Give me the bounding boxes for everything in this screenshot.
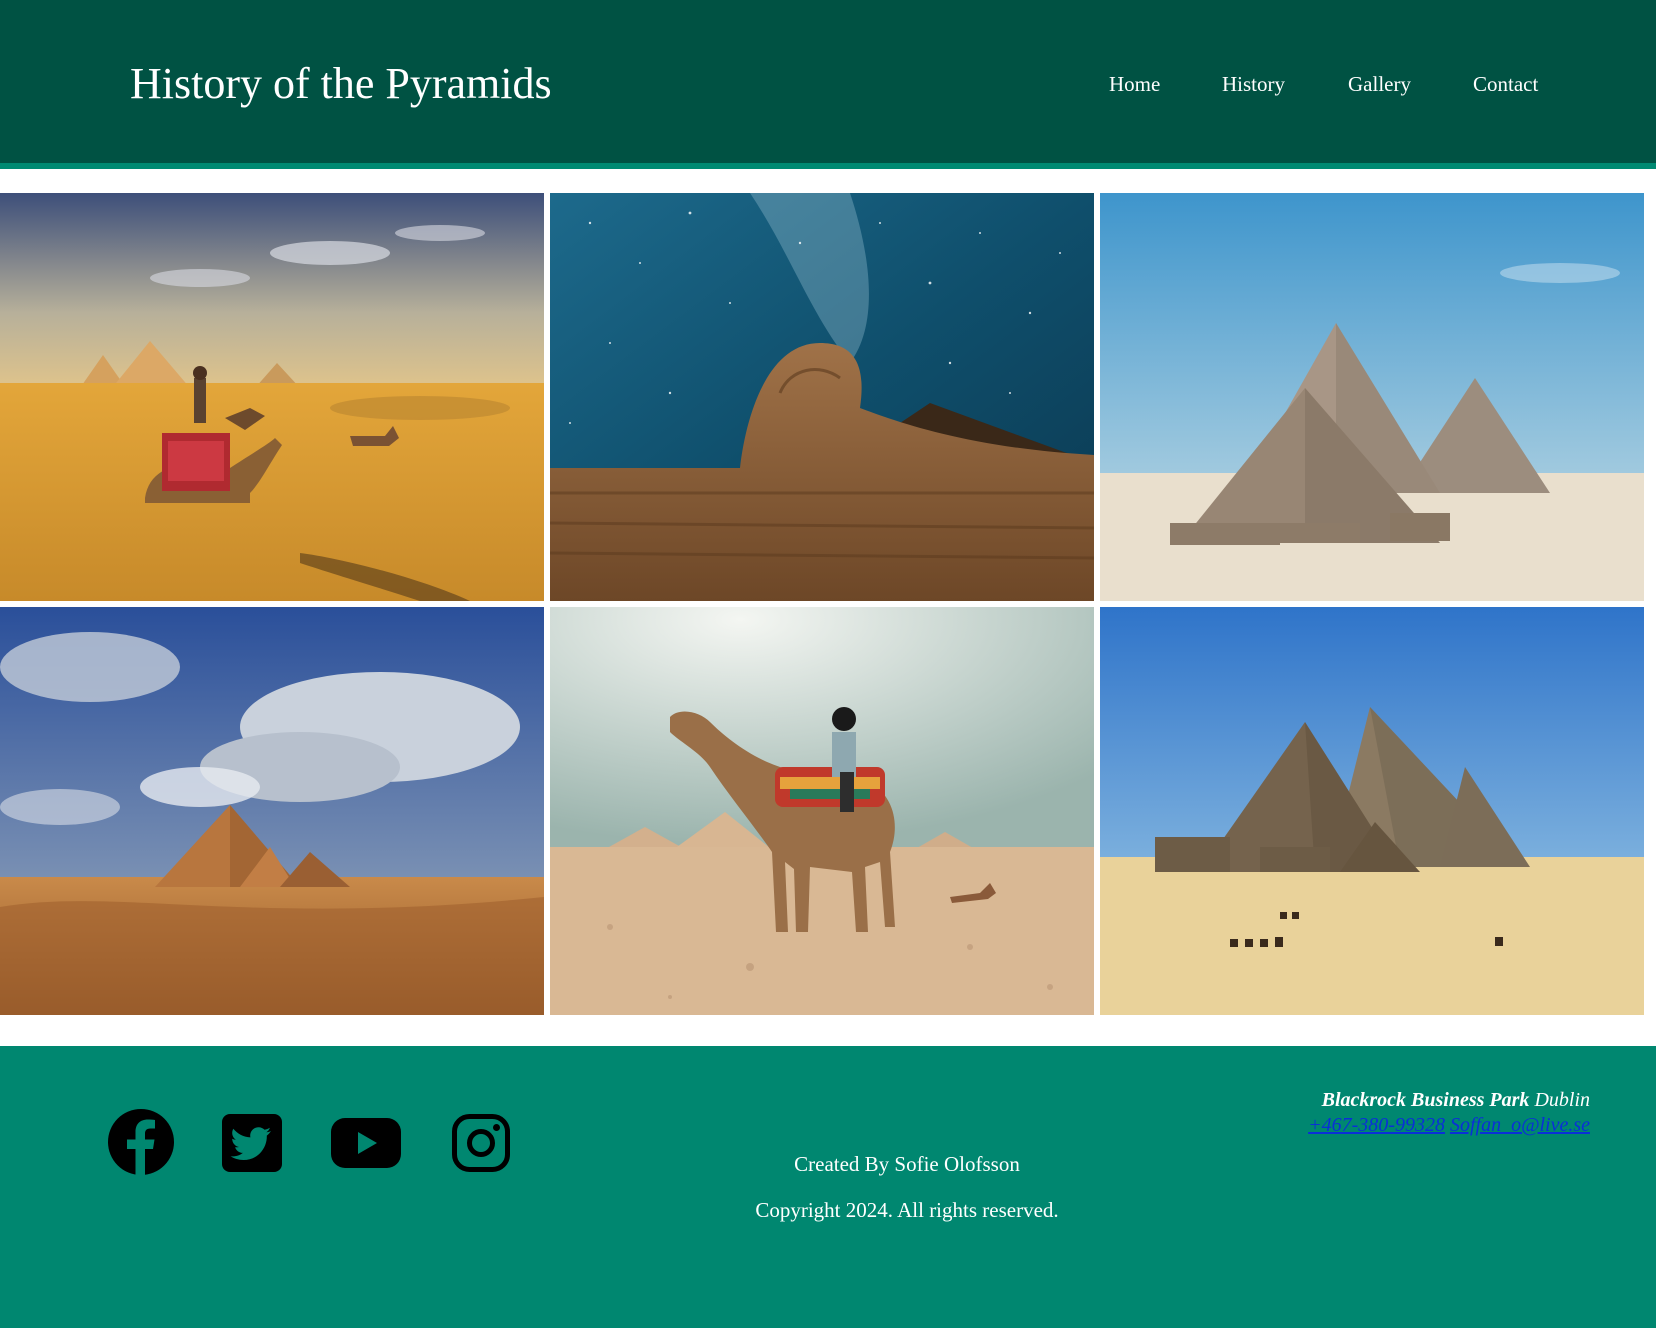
address-line: Blackrock Business Park Dublin xyxy=(1308,1088,1590,1113)
contact-address: Blackrock Business Park Dublin +467-380-… xyxy=(1308,1088,1590,1138)
address-place: Blackrock Business Park xyxy=(1321,1089,1530,1111)
contact-links: +467-380-99328 Soffan_o@live.se xyxy=(1308,1113,1590,1138)
phone-link[interactable]: +467-380-99328 xyxy=(1308,1114,1445,1136)
gallery-image-clouds[interactable] xyxy=(0,607,544,1015)
created-by-text: Created By Sofie Olofsson xyxy=(794,1152,1020,1176)
gallery-image-camel-rider[interactable] xyxy=(550,607,1094,1015)
address-city: Dublin xyxy=(1534,1089,1590,1111)
copyright-text: Copyright 2024. All rights reserved. xyxy=(755,1198,1059,1222)
nav-history[interactable]: History xyxy=(1222,71,1285,97)
nav-contact[interactable]: Contact xyxy=(1473,71,1538,97)
gallery-image-giza[interactable] xyxy=(1100,193,1644,601)
email-link[interactable]: Soffan_o@live.se xyxy=(1450,1114,1590,1136)
photo-gallery xyxy=(0,193,1656,1015)
site-header: History of the Pyramids Home History Gal… xyxy=(0,0,1656,169)
nav-home[interactable]: Home xyxy=(1109,71,1160,97)
gallery-image-caravan[interactable] xyxy=(1100,607,1644,1015)
gallery-image-sphinx[interactable] xyxy=(550,193,1094,601)
gallery-image-camels[interactable] xyxy=(0,193,544,601)
site-title: History of the Pyramids xyxy=(130,59,552,108)
nav-gallery[interactable]: Gallery xyxy=(1348,71,1411,97)
